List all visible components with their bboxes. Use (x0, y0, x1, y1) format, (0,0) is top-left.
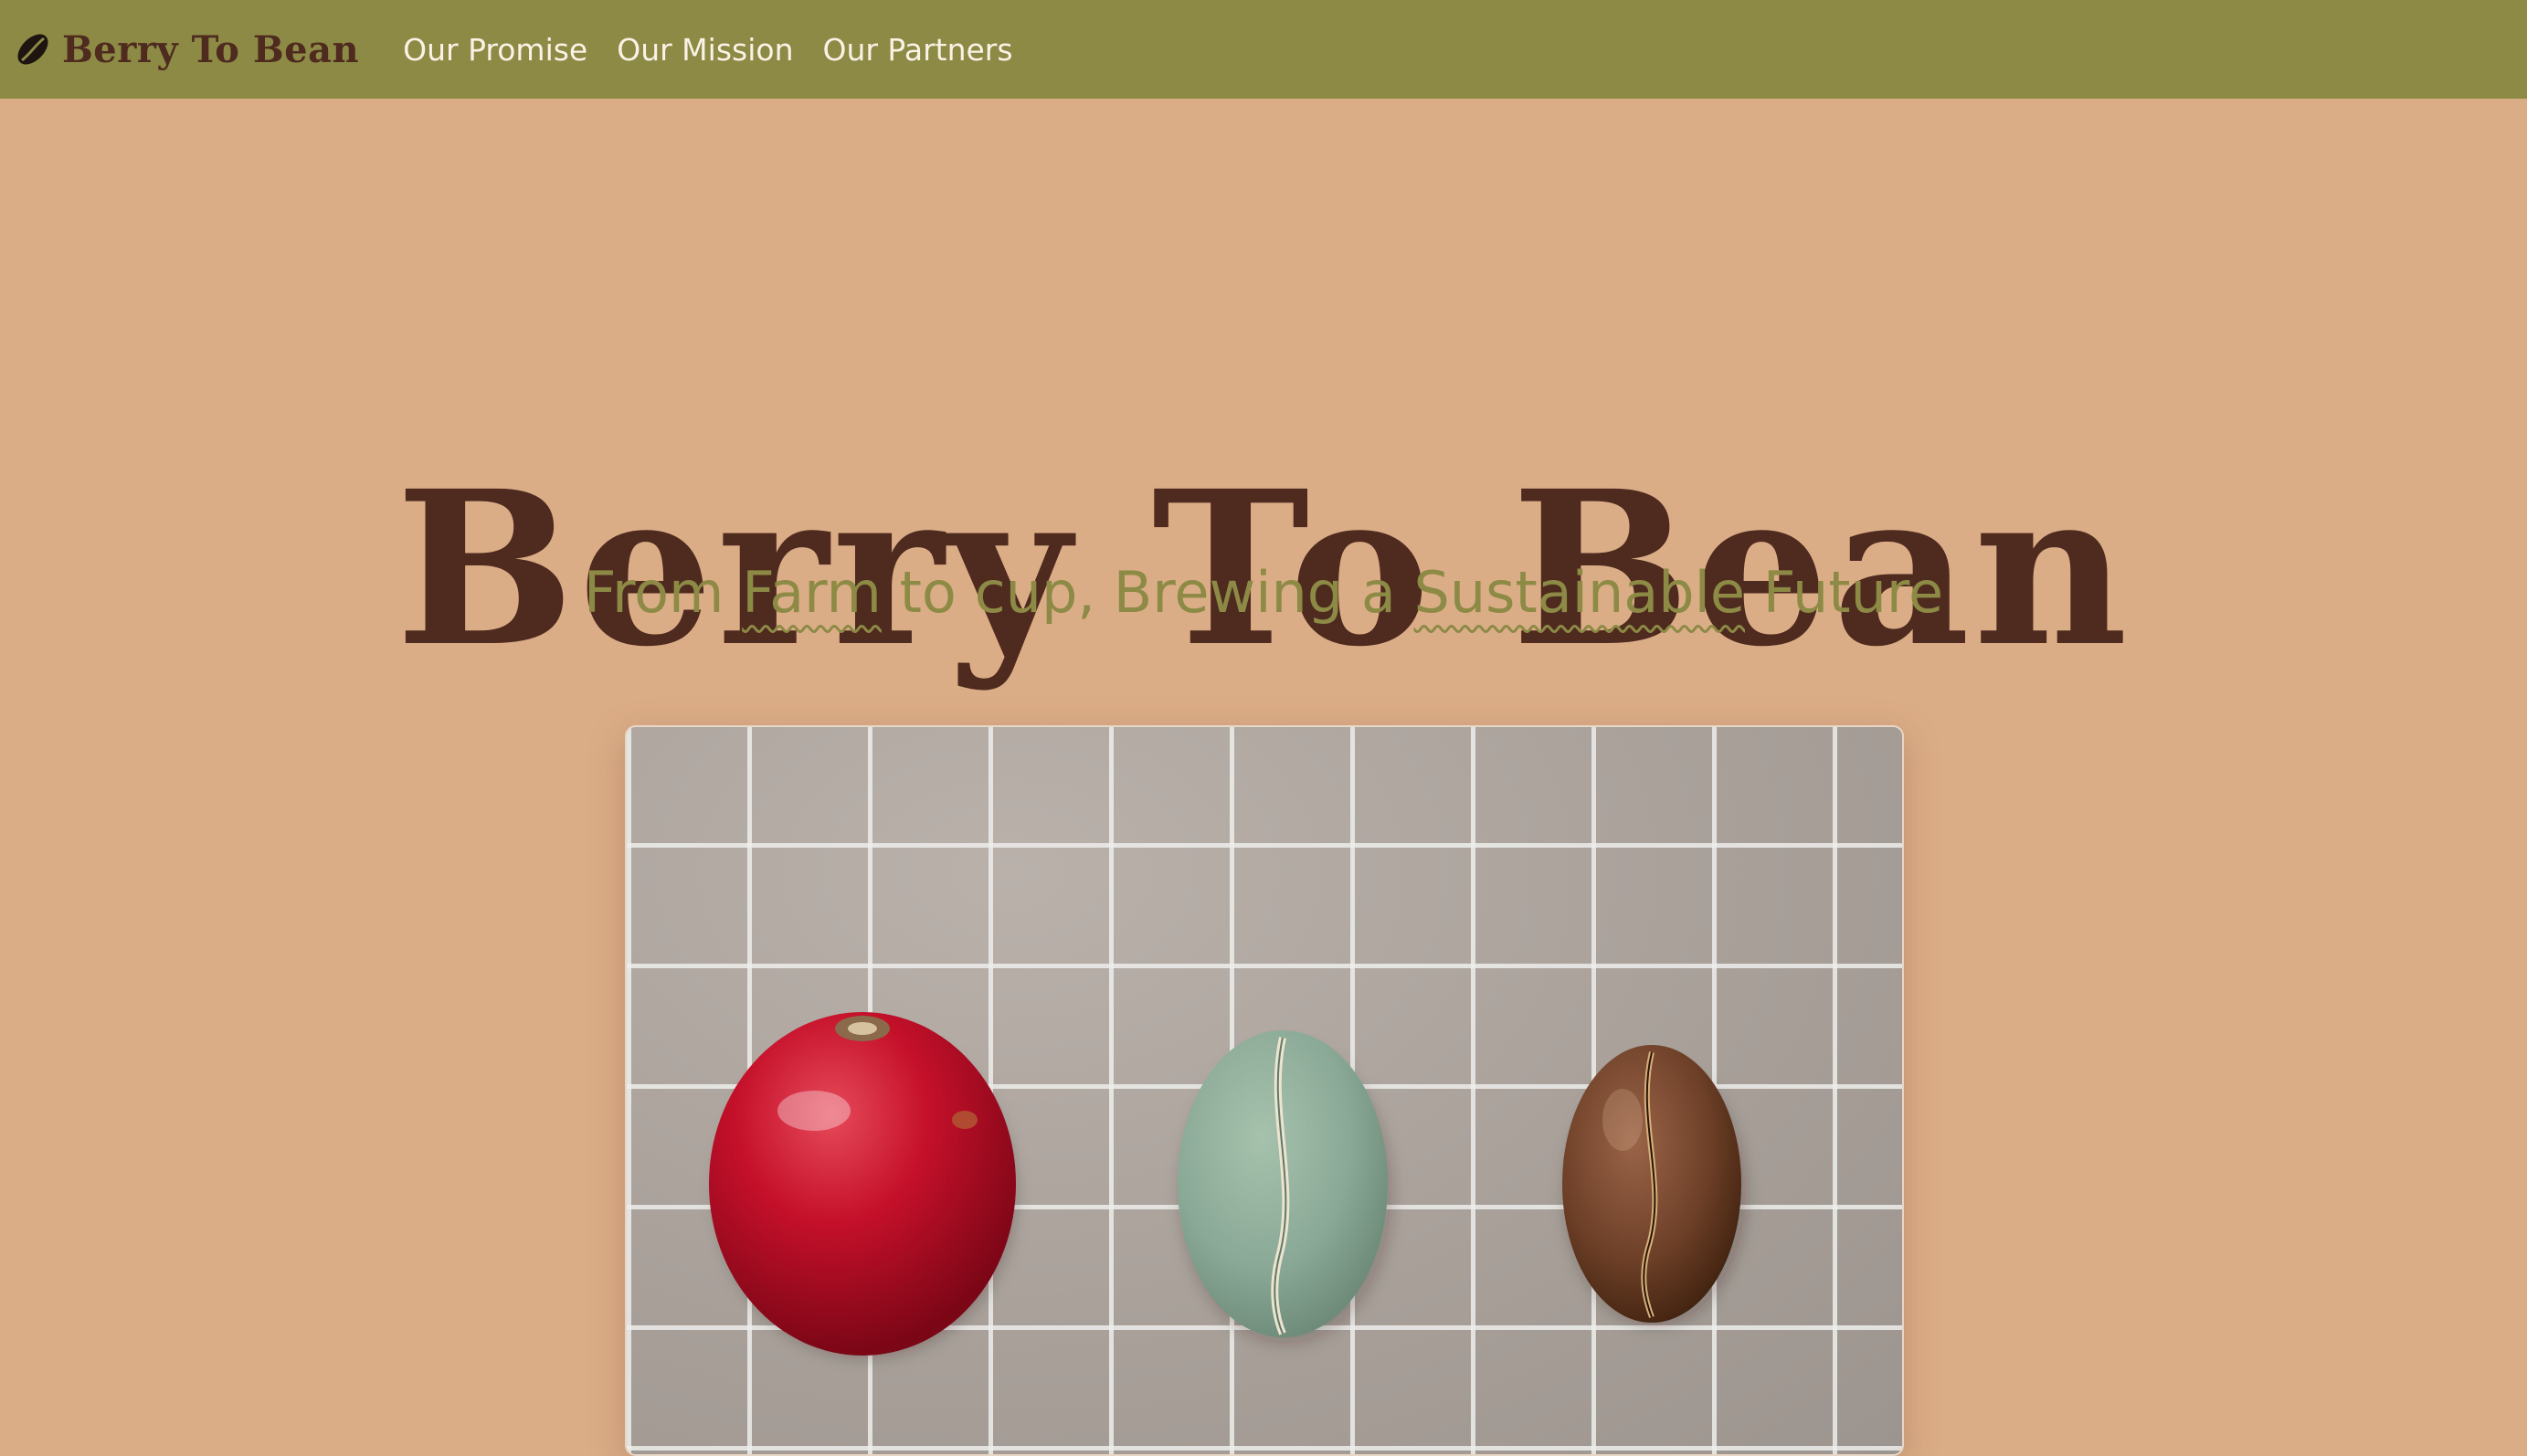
brand-name: Berry To Bean (62, 27, 360, 71)
nav-link-our-mission[interactable]: Our Mission (617, 32, 793, 68)
nav-links: Our Promise Our Mission Our Partners (403, 32, 1041, 68)
hero-subtitle: From Farm to cup, Brewing a Sustainable … (0, 559, 2527, 626)
coffee-cherry (709, 1012, 1016, 1356)
subtitle-part-2: to cup, Brewing a (881, 559, 1414, 626)
subtitle-highlight-sustainable: Sustainable (1413, 559, 1746, 626)
nav-link-our-promise[interactable]: Our Promise (403, 32, 587, 68)
hero-image-illustration (709, 1012, 1742, 1356)
subtitle-highlight-farm: Farm (742, 559, 882, 626)
roasted-coffee-bean (1562, 1045, 1742, 1323)
coffee-bean-icon (13, 29, 53, 69)
subtitle-part-1: From (583, 559, 743, 626)
hero-image-berry-to-bean (625, 725, 1904, 1456)
subtitle-part-3: Future (1745, 559, 1944, 626)
brand-logo-link[interactable]: Berry To Bean (13, 28, 359, 71)
top-navbar: Berry To Bean Our Promise Our Mission Ou… (0, 0, 2527, 99)
nav-link-our-partners[interactable]: Our Partners (822, 32, 1012, 68)
green-coffee-bean (1178, 1030, 1389, 1341)
